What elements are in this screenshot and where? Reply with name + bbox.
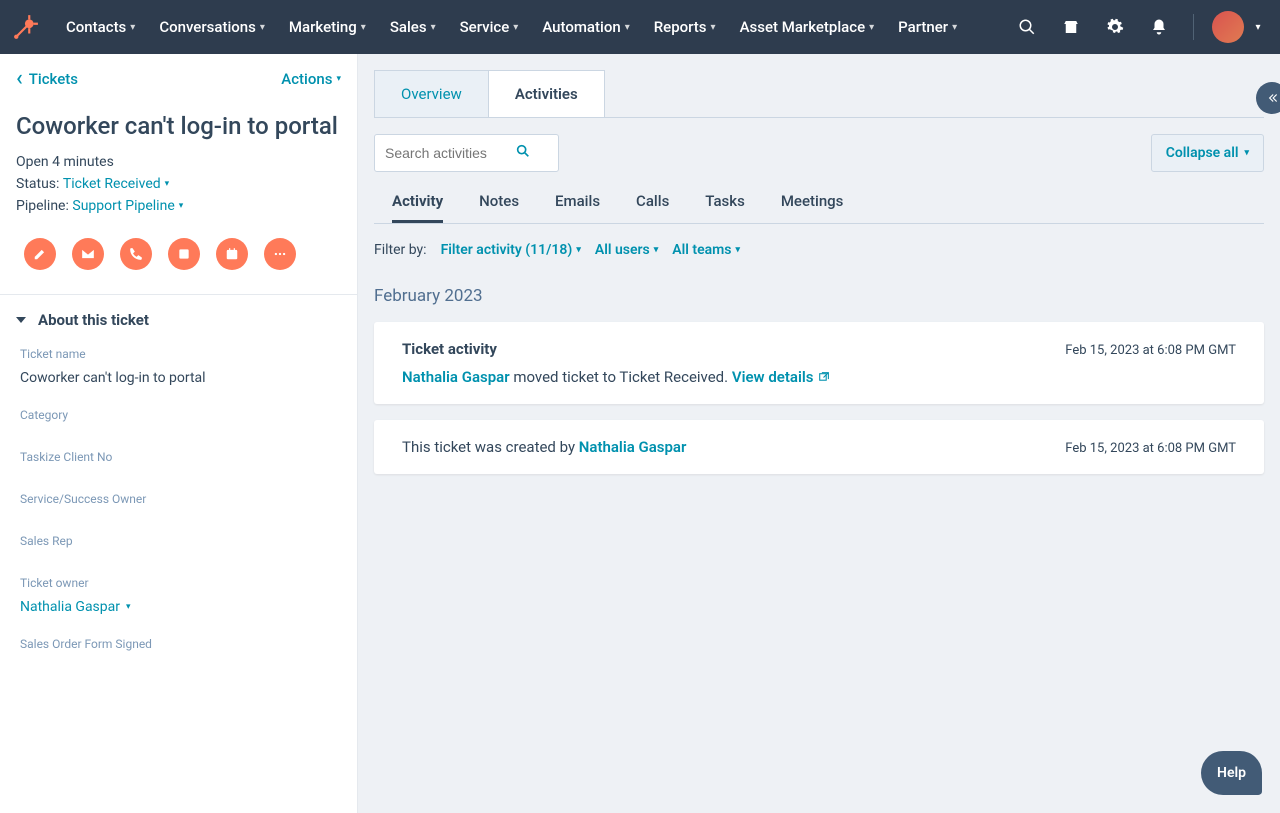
activity-panel: Overview Activities Collapse all▾ Activi… [358,54,1280,813]
activity-text: moved ticket to Ticket Received. [510,368,732,386]
subtab-activity[interactable]: Activity [392,192,443,223]
collapse-all-button[interactable]: Collapse all▾ [1151,134,1264,172]
filter-activity-dropdown[interactable]: Filter activity (11/18)▾ [441,242,581,258]
marketplace-icon[interactable] [1051,7,1091,47]
activity-user-link[interactable]: Nathalia Gaspar [402,368,510,386]
sales-order-label: Sales Order Form Signed [20,637,337,651]
month-header: February 2023 [374,286,1264,306]
task-button[interactable] [216,238,248,270]
nav-marketing[interactable]: Marketing▾ [279,18,376,36]
pipeline-dropdown[interactable]: Support Pipeline▾ [72,198,183,214]
ticket-sidebar: Tickets Actions▾ Coworker can't log-in t… [0,54,358,813]
taskize-label: Taskize Client No [20,450,337,464]
caret-down-icon [16,317,26,323]
view-details-link[interactable]: View details [732,368,831,386]
bell-icon[interactable] [1139,7,1179,47]
nav-partner[interactable]: Partner▾ [888,18,967,36]
open-line: Open 4 minutes [16,154,341,170]
card-title: Ticket activity [402,340,497,358]
nav-conversations[interactable]: Conversations▾ [149,18,275,36]
nav-asset-marketplace[interactable]: Asset Marketplace▾ [730,18,885,36]
nav-sales[interactable]: Sales▾ [380,18,446,36]
about-title: About this ticket [38,311,149,329]
ticket-title: Coworker can't log-in to portal [16,111,341,142]
card-time: Feb 15, 2023 at 6:08 PM GMT [1065,343,1236,358]
card-time: Feb 15, 2023 at 6:08 PM GMT [1065,441,1236,456]
pipeline-label: Pipeline: [16,198,69,214]
note-button[interactable] [24,238,56,270]
nav-service[interactable]: Service▾ [450,18,529,36]
back-tickets-link[interactable]: Tickets [16,70,78,88]
search-icon[interactable] [515,143,531,163]
subtab-tasks[interactable]: Tasks [705,192,745,223]
more-button[interactable] [264,238,296,270]
gear-icon[interactable] [1095,7,1135,47]
email-button[interactable] [72,238,104,270]
subtab-notes[interactable]: Notes [479,192,519,223]
service-owner-label: Service/Success Owner [20,492,337,506]
search-icon[interactable] [1007,7,1047,47]
filter-teams-dropdown[interactable]: All teams▾ [672,242,740,258]
activity-text: This ticket was created by [402,438,579,456]
tab-overview[interactable]: Overview [374,70,489,117]
nav-automation[interactable]: Automation▾ [532,18,639,36]
subtab-meetings[interactable]: Meetings [781,192,844,223]
activity-card: This ticket was created by Nathalia Gasp… [374,420,1264,474]
status-dropdown[interactable]: Ticket Received▾ [63,176,169,192]
top-nav: Contacts▾ Conversations▾ Marketing▾ Sale… [0,0,1280,54]
search-box[interactable] [374,134,559,172]
hubspot-logo[interactable] [12,13,40,41]
activity-card: Ticket activity Feb 15, 2023 at 6:08 PM … [374,322,1264,404]
filter-users-dropdown[interactable]: All users▾ [595,242,658,258]
activity-user-link[interactable]: Nathalia Gaspar [579,438,687,456]
search-input[interactable] [385,145,515,161]
log-button[interactable] [168,238,200,270]
sales-rep-label: Sales Rep [20,534,337,548]
call-button[interactable] [120,238,152,270]
actions-dropdown[interactable]: Actions▾ [281,70,341,88]
ticket-name-label: Ticket name [20,347,337,361]
about-section-toggle[interactable]: About this ticket [0,294,357,339]
avatar[interactable] [1212,11,1244,43]
help-button[interactable]: Help [1201,751,1262,795]
status-label: Status: [16,176,59,192]
tab-activities[interactable]: Activities [488,70,605,117]
filter-label: Filter by: [374,242,427,258]
nav-contacts[interactable]: Contacts▾ [56,18,145,36]
collapse-panel-icon[interactable] [1256,82,1280,114]
ticket-name-value[interactable]: Coworker can't log-in to portal [20,370,206,386]
category-label: Category [20,408,337,422]
subtab-calls[interactable]: Calls [636,192,669,223]
ticket-owner-label: Ticket owner [20,576,337,590]
account-chevron-icon[interactable]: ▾ [1248,7,1268,47]
subtab-emails[interactable]: Emails [555,192,600,223]
nav-reports[interactable]: Reports▾ [644,18,726,36]
ticket-owner-dropdown[interactable]: Nathalia Gaspar▾ [20,599,131,615]
